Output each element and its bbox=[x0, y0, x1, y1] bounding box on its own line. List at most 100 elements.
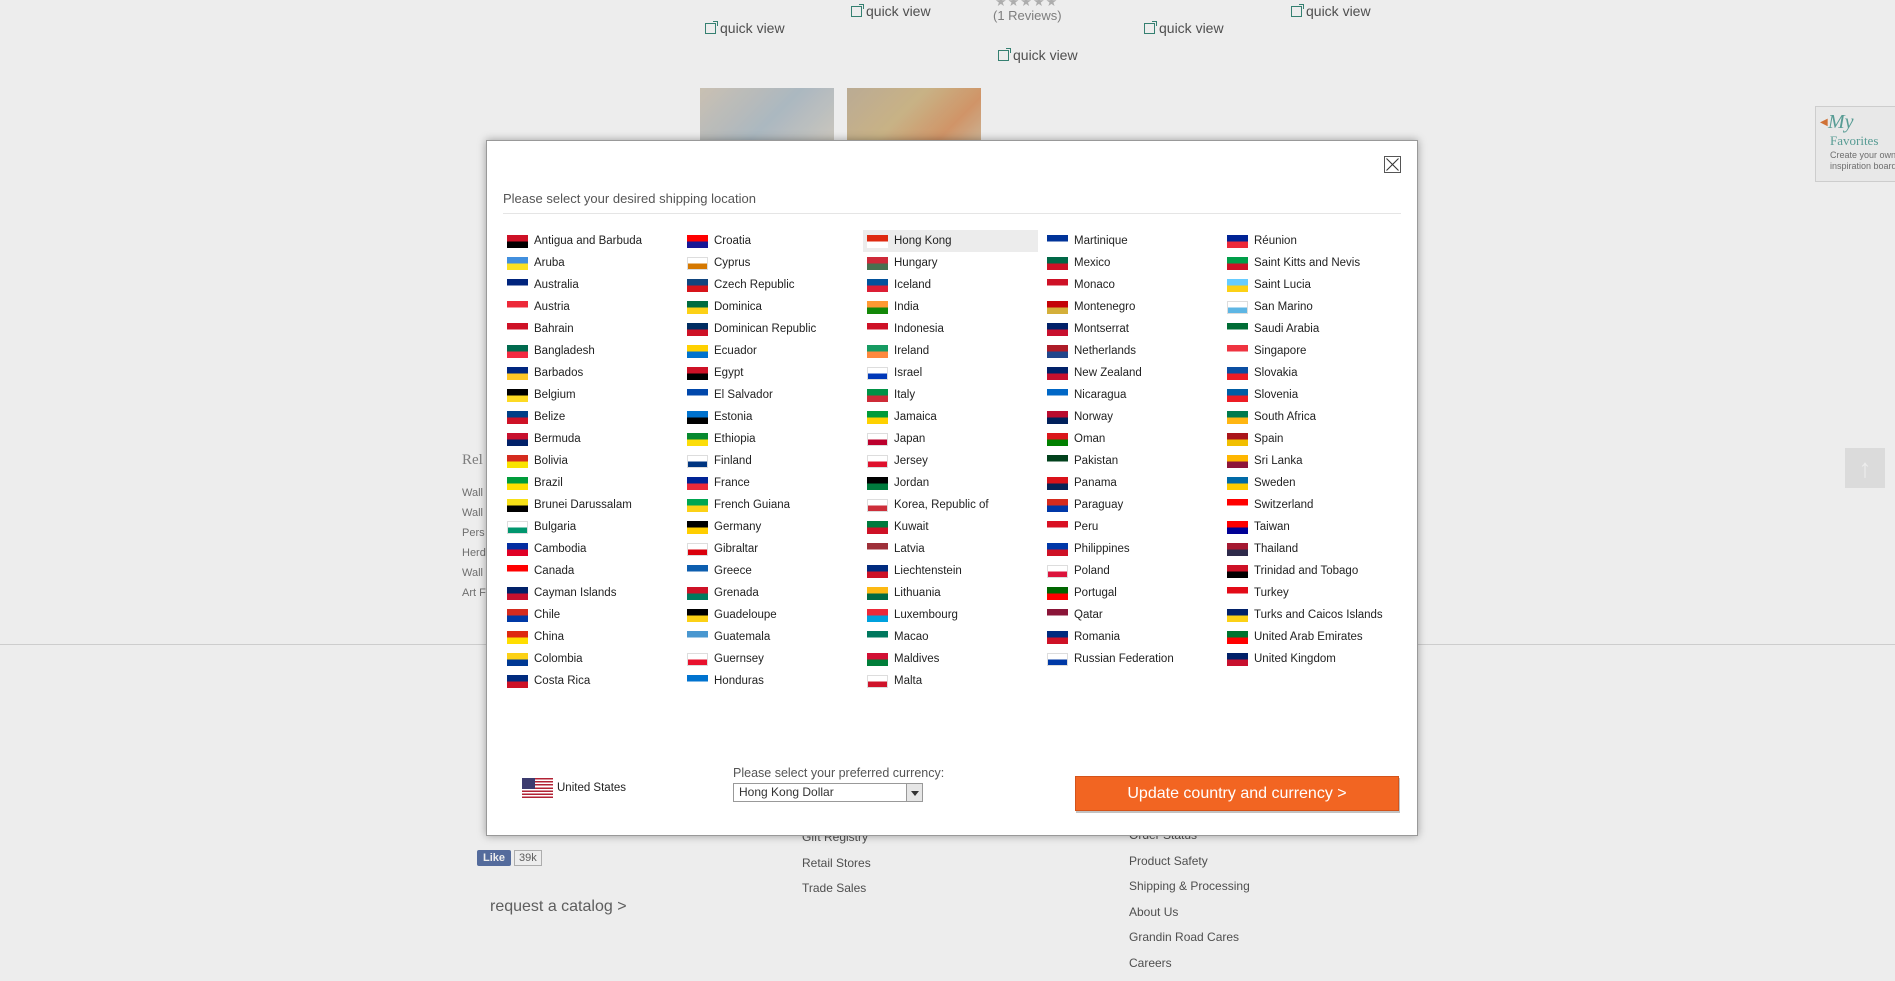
country-option[interactable]: Macao bbox=[863, 626, 1038, 648]
country-option[interactable]: Sri Lanka bbox=[1223, 450, 1398, 472]
country-option[interactable]: Kuwait bbox=[863, 516, 1038, 538]
country-option[interactable]: United Kingdom bbox=[1223, 648, 1398, 670]
country-option[interactable]: Saudi Arabia bbox=[1223, 318, 1398, 340]
country-option[interactable]: Indonesia bbox=[863, 318, 1038, 340]
country-option[interactable]: Malta bbox=[863, 670, 1038, 692]
country-option[interactable]: Pakistan bbox=[1043, 450, 1218, 472]
country-option[interactable]: Qatar bbox=[1043, 604, 1218, 626]
country-option[interactable]: Mexico bbox=[1043, 252, 1218, 274]
country-option[interactable]: Liechtenstein bbox=[863, 560, 1038, 582]
country-option[interactable]: Oman bbox=[1043, 428, 1218, 450]
country-option[interactable]: Belgium bbox=[503, 384, 678, 406]
country-option[interactable]: Colombia bbox=[503, 648, 678, 670]
country-option[interactable]: Thailand bbox=[1223, 538, 1398, 560]
country-option[interactable]: Montenegro bbox=[1043, 296, 1218, 318]
country-option[interactable]: Iceland bbox=[863, 274, 1038, 296]
country-option[interactable]: Belize bbox=[503, 406, 678, 428]
country-option[interactable]: Guernsey bbox=[683, 648, 858, 670]
country-option[interactable]: Chile bbox=[503, 604, 678, 626]
country-option[interactable]: Norway bbox=[1043, 406, 1218, 428]
country-option[interactable]: Germany bbox=[683, 516, 858, 538]
country-option[interactable]: United Arab Emirates bbox=[1223, 626, 1398, 648]
country-option[interactable]: Czech Republic bbox=[683, 274, 858, 296]
country-option[interactable]: Gibraltar bbox=[683, 538, 858, 560]
country-option[interactable]: Barbados bbox=[503, 362, 678, 384]
country-option[interactable]: El Salvador bbox=[683, 384, 858, 406]
country-option[interactable]: Guadeloupe bbox=[683, 604, 858, 626]
country-option[interactable]: Switzerland bbox=[1223, 494, 1398, 516]
country-option[interactable]: Bulgaria bbox=[503, 516, 678, 538]
country-option[interactable]: Australia bbox=[503, 274, 678, 296]
country-option[interactable]: Honduras bbox=[683, 670, 858, 692]
country-option[interactable]: Croatia bbox=[683, 230, 858, 252]
country-option[interactable]: Taiwan bbox=[1223, 516, 1398, 538]
country-option[interactable]: Italy bbox=[863, 384, 1038, 406]
country-option[interactable]: Romania bbox=[1043, 626, 1218, 648]
country-option[interactable]: Singapore bbox=[1223, 340, 1398, 362]
country-option[interactable]: French Guiana bbox=[683, 494, 858, 516]
currency-select[interactable]: Hong Kong Dollar bbox=[733, 783, 923, 802]
country-option[interactable]: Jordan bbox=[863, 472, 1038, 494]
country-option[interactable]: Saint Lucia bbox=[1223, 274, 1398, 296]
country-option[interactable]: Ireland bbox=[863, 340, 1038, 362]
country-option[interactable]: Portugal bbox=[1043, 582, 1218, 604]
country-option[interactable]: Ethiopia bbox=[683, 428, 858, 450]
country-option[interactable]: Trinidad and Tobago bbox=[1223, 560, 1398, 582]
country-option[interactable]: Bolivia bbox=[503, 450, 678, 472]
country-option[interactable]: South Africa bbox=[1223, 406, 1398, 428]
country-option[interactable]: Antigua and Barbuda bbox=[503, 230, 678, 252]
country-option[interactable]: China bbox=[503, 626, 678, 648]
country-option[interactable]: Bahrain bbox=[503, 318, 678, 340]
country-option[interactable]: Bermuda bbox=[503, 428, 678, 450]
country-option[interactable]: India bbox=[863, 296, 1038, 318]
country-option[interactable]: Turkey bbox=[1223, 582, 1398, 604]
country-option[interactable]: France bbox=[683, 472, 858, 494]
update-country-currency-button[interactable]: Update country and currency > bbox=[1075, 776, 1399, 811]
country-option[interactable]: Austria bbox=[503, 296, 678, 318]
country-option[interactable]: Hungary bbox=[863, 252, 1038, 274]
country-option[interactable]: Monaco bbox=[1043, 274, 1218, 296]
country-option[interactable]: Sweden bbox=[1223, 472, 1398, 494]
country-option[interactable]: Japan bbox=[863, 428, 1038, 450]
country-option[interactable]: Canada bbox=[503, 560, 678, 582]
country-option[interactable]: Paraguay bbox=[1043, 494, 1218, 516]
country-option[interactable]: Nicaragua bbox=[1043, 384, 1218, 406]
country-option[interactable]: New Zealand bbox=[1043, 362, 1218, 384]
country-option[interactable]: Aruba bbox=[503, 252, 678, 274]
country-option[interactable]: Egypt bbox=[683, 362, 858, 384]
country-option[interactable]: Turks and Caicos Islands bbox=[1223, 604, 1398, 626]
country-option[interactable]: Lithuania bbox=[863, 582, 1038, 604]
country-option[interactable]: Guatemala bbox=[683, 626, 858, 648]
country-option[interactable]: Hong Kong bbox=[863, 230, 1038, 252]
country-option[interactable]: Cambodia bbox=[503, 538, 678, 560]
country-option[interactable]: San Marino bbox=[1223, 296, 1398, 318]
chevron-down-icon[interactable] bbox=[906, 784, 922, 801]
country-option[interactable]: Spain bbox=[1223, 428, 1398, 450]
country-option[interactable]: Latvia bbox=[863, 538, 1038, 560]
country-option[interactable]: Poland bbox=[1043, 560, 1218, 582]
country-option[interactable]: Martinique bbox=[1043, 230, 1218, 252]
country-option[interactable]: Cyprus bbox=[683, 252, 858, 274]
country-option[interactable]: Slovenia bbox=[1223, 384, 1398, 406]
country-option[interactable]: Russian Federation bbox=[1043, 648, 1218, 670]
country-option[interactable]: Cayman Islands bbox=[503, 582, 678, 604]
country-option[interactable]: Réunion bbox=[1223, 230, 1398, 252]
close-icon[interactable] bbox=[1384, 156, 1401, 173]
country-option[interactable]: Jamaica bbox=[863, 406, 1038, 428]
country-option[interactable]: Jersey bbox=[863, 450, 1038, 472]
country-option[interactable]: Montserrat bbox=[1043, 318, 1218, 340]
country-option[interactable]: Dominican Republic bbox=[683, 318, 858, 340]
country-option[interactable]: Slovakia bbox=[1223, 362, 1398, 384]
country-option[interactable]: Maldives bbox=[863, 648, 1038, 670]
country-option[interactable]: Saint Kitts and Nevis bbox=[1223, 252, 1398, 274]
country-option[interactable]: Greece bbox=[683, 560, 858, 582]
country-option[interactable]: Ecuador bbox=[683, 340, 858, 362]
country-option[interactable]: Estonia bbox=[683, 406, 858, 428]
country-option[interactable]: Luxembourg bbox=[863, 604, 1038, 626]
country-option[interactable]: Brunei Darussalam bbox=[503, 494, 678, 516]
country-option[interactable]: Bangladesh bbox=[503, 340, 678, 362]
country-option[interactable]: Israel bbox=[863, 362, 1038, 384]
country-option[interactable]: Costa Rica bbox=[503, 670, 678, 692]
country-option[interactable]: Finland bbox=[683, 450, 858, 472]
country-option[interactable]: Dominica bbox=[683, 296, 858, 318]
